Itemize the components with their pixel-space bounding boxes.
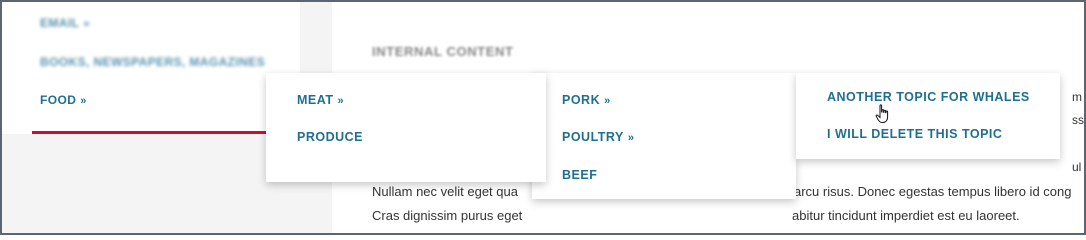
menu-item-label: BEEF	[562, 168, 598, 182]
body-text-line: abitur tincidunt imperdiet est eu laoree…	[792, 208, 1020, 223]
submenu-food-meat: PORK» POULTRY» BEEF	[532, 73, 796, 199]
menu-item-label: PRODUCE	[297, 130, 364, 144]
menu-item-delete-topic[interactable]: I WILL DELETE THIS TOPIC	[827, 127, 1002, 141]
sidebar-item-books[interactable]: BOOKS, NEWSPAPERS, MAGAZINES	[40, 55, 265, 69]
sidebar-item-label: BOOKS, NEWSPAPERS, MAGAZINES	[40, 55, 265, 69]
body-text-line: Cras dignissim purus eget	[372, 208, 523, 223]
chevron-right-icon: »	[83, 18, 90, 30]
sidebar-item-food[interactable]: FOOD»	[40, 93, 87, 107]
chevron-right-icon: »	[604, 95, 611, 107]
sidebar-item-label: EMAIL	[40, 16, 80, 30]
body-text-line: Nullam nec velit eget qua	[372, 184, 518, 199]
sidebar-item-label: FOOD	[40, 93, 77, 107]
menu-item-label: PORK	[562, 93, 601, 107]
page-title: INTERNAL CONTENT	[372, 44, 514, 59]
menu-item-poultry[interactable]: POULTRY»	[562, 130, 634, 144]
menu-item-pork[interactable]: PORK»	[562, 93, 611, 107]
body-text-fragment: ul	[1072, 160, 1082, 174]
submenu-pork: ANOTHER TOPIC FOR WHALES I WILL DELETE T…	[796, 73, 1060, 159]
menu-item-beef[interactable]: BEEF	[562, 168, 597, 182]
submenu-food: MEAT» PRODUCE	[266, 73, 546, 182]
body-text-line: arcu risus. Donec egestas tempus libero …	[794, 184, 1072, 199]
menu-item-label: ANOTHER TOPIC FOR WHALES	[827, 90, 1030, 104]
menu-item-produce[interactable]: PRODUCE	[297, 130, 363, 144]
menu-item-meat[interactable]: MEAT»	[297, 93, 344, 107]
active-indicator	[32, 131, 282, 134]
hand-pointer-icon	[875, 104, 889, 123]
menu-item-label: MEAT	[297, 93, 334, 107]
body-text-fragment: sse	[1072, 113, 1084, 127]
menu-item-label: I WILL DELETE THIS TOPIC	[827, 127, 1003, 141]
menu-item-another-topic[interactable]: ANOTHER TOPIC FOR WHALES	[827, 90, 1030, 104]
menu-item-label: POULTRY	[562, 130, 624, 144]
browser-viewport: EMAIL» BOOKS, NEWSPAPERS, MAGAZINES FOOD…	[0, 0, 1086, 235]
body-text-fragment: m o	[1072, 90, 1084, 104]
chevron-right-icon: »	[627, 132, 635, 144]
sidebar-item-email[interactable]: EMAIL»	[40, 16, 90, 30]
chevron-right-icon: »	[80, 95, 87, 107]
chevron-right-icon: »	[337, 95, 345, 107]
